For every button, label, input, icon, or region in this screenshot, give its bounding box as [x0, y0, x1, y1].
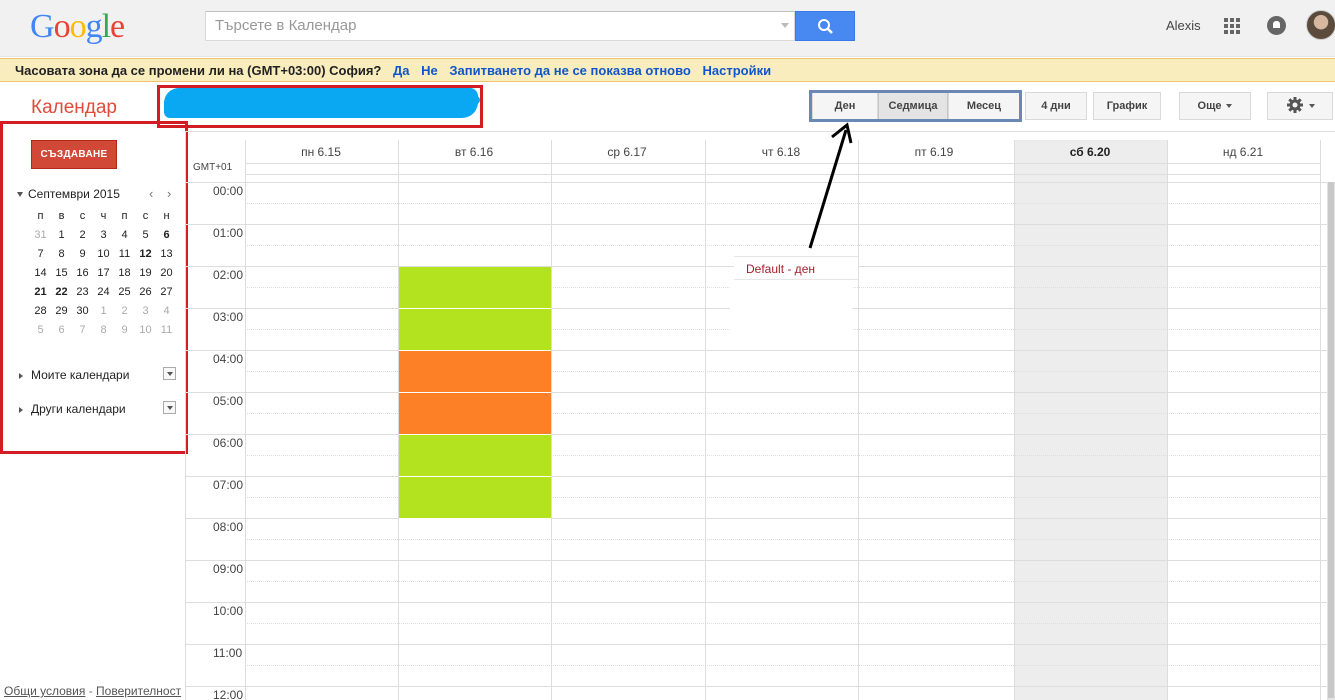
calendar-app: { "header": { "logo": ["G", "o", "o", "g… [0, 0, 1335, 700]
annotation-arrow-icon [808, 122, 853, 249]
